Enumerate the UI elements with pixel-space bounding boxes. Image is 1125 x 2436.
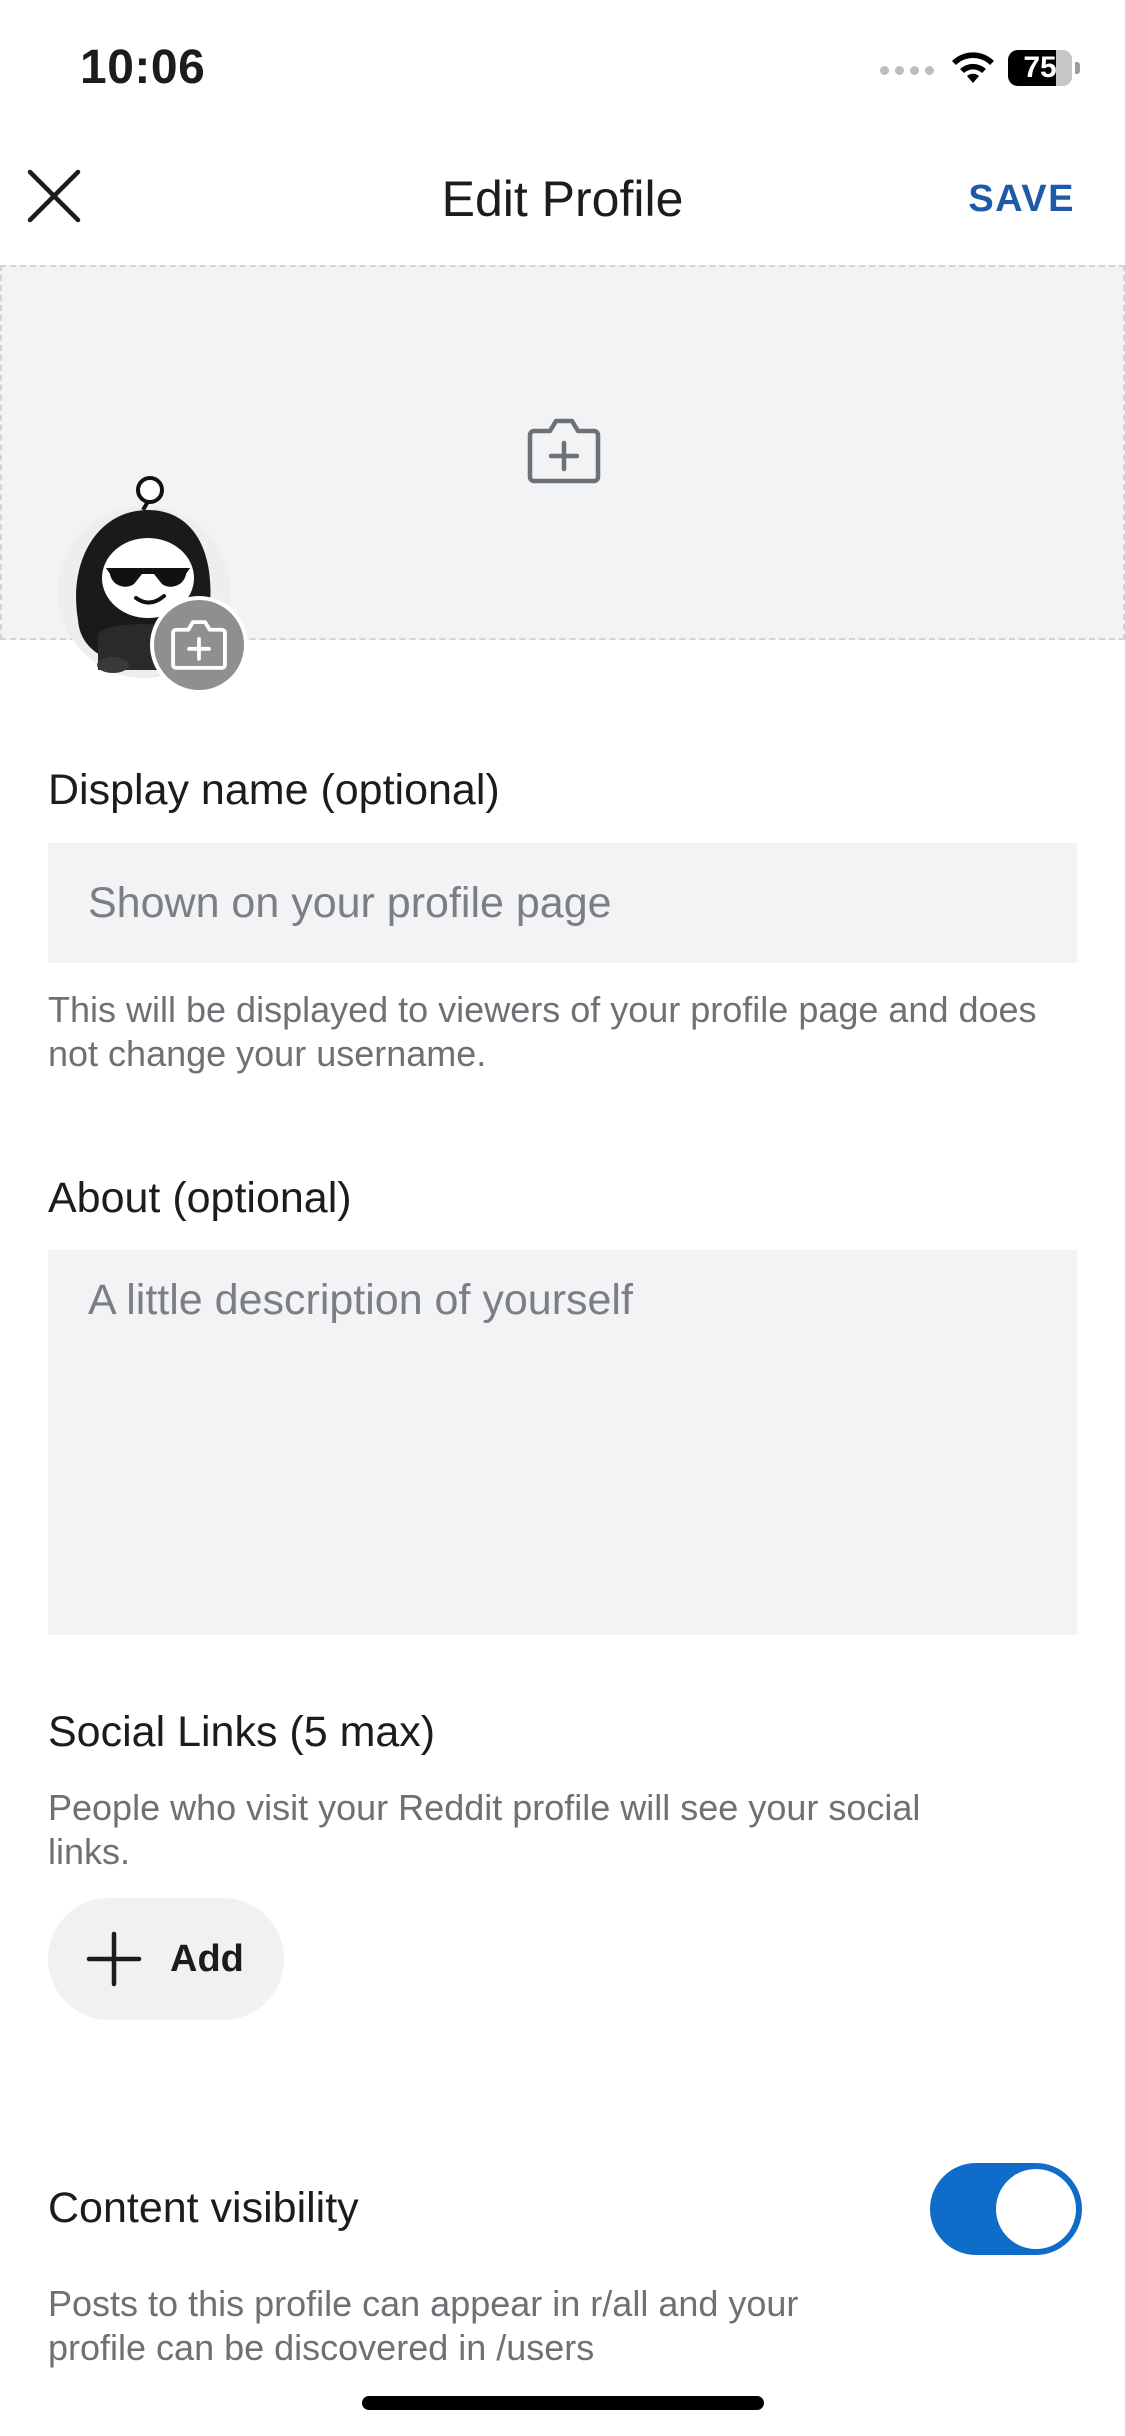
social-links-helper: People who visit your Reddit profile wil… (48, 1787, 921, 1872)
display-name-helper: This will be displayed to viewers of you… (48, 989, 1037, 1074)
display-name-field[interactable] (48, 843, 1077, 963)
toggle-knob (996, 2169, 1076, 2249)
home-indicator (362, 2396, 764, 2410)
status-bar: 10:06 75 (0, 0, 1125, 140)
wifi-icon (952, 52, 994, 83)
add-label: Add (170, 1937, 244, 1980)
display-name-label: Display name (optional) (48, 766, 500, 814)
cellular-signal-icon (880, 66, 934, 75)
edit-profile-screen: 10:06 75 Edit Profile SAVE Display name … (0, 0, 1125, 2436)
about-field[interactable] (48, 1250, 1077, 1635)
content-visibility-toggle[interactable] (930, 2163, 1082, 2255)
status-time: 10:06 (80, 41, 206, 94)
camera-plus-icon (171, 620, 227, 670)
change-avatar-button[interactable] (150, 596, 248, 694)
page-title: Edit Profile (441, 171, 684, 227)
content-visibility-helper: Posts to this profile can appear in r/al… (48, 2283, 799, 2368)
plus-icon (86, 1931, 142, 1987)
save-button[interactable]: SAVE (968, 178, 1075, 221)
about-label: About (optional) (48, 1174, 352, 1222)
battery-level: 75 (1023, 51, 1057, 84)
battery-icon: 75 (1008, 50, 1080, 86)
content-visibility-label: Content visibility (48, 2184, 359, 2232)
camera-plus-icon (527, 418, 601, 484)
add-social-link-button[interactable]: Add (48, 1898, 284, 2020)
social-links-label: Social Links (5 max) (48, 1708, 436, 1756)
header: Edit Profile SAVE (0, 140, 1125, 265)
